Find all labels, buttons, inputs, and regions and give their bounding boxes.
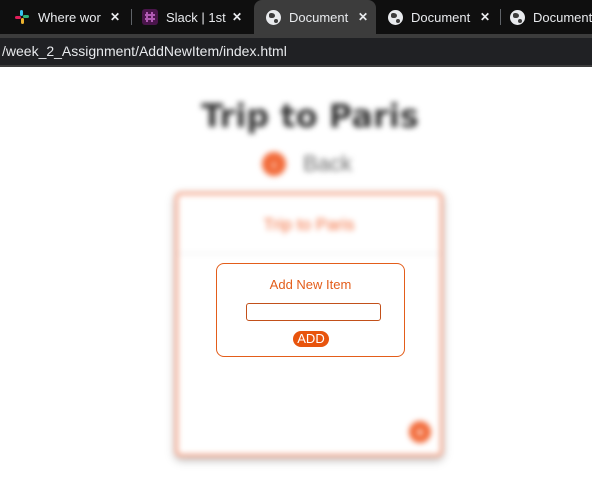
card-title: Trip to Paris	[263, 215, 355, 234]
close-tab-icon[interactable]: ✕	[356, 10, 370, 24]
add-item-modal: Add New Item ADD	[216, 263, 405, 357]
globe-icon	[266, 9, 281, 25]
page-title: Trip to Paris	[201, 97, 419, 135]
back-arrow-icon: ‹	[262, 152, 286, 176]
tab-separator	[131, 9, 132, 25]
tab-document-3[interactable]: Document	[510, 0, 592, 34]
add-item-fab-icon[interactable]: +	[409, 421, 431, 443]
add-button[interactable]: ADD	[293, 331, 329, 347]
tab-title: Document	[411, 9, 471, 25]
tab-title: Document	[533, 9, 592, 25]
close-tab-icon[interactable]: ✕	[230, 10, 244, 24]
tab-where-wor[interactable]: Where wor ✕	[14, 0, 128, 34]
tab-separator	[500, 9, 501, 25]
globe-icon	[510, 9, 525, 25]
back-link[interactable]: ‹ Back	[262, 151, 352, 177]
slack-icon	[15, 10, 29, 24]
browser-tab-strip: Where wor ✕ Slack | 1st- ✕ Document ✕ Do…	[0, 0, 592, 34]
slack-workspace-icon	[142, 9, 158, 25]
tab-document-2[interactable]: Document ✕	[388, 0, 498, 34]
page-viewport: Trip to Paris ‹ Back Trip to Paris + Add…	[0, 67, 592, 503]
tab-title: Document	[289, 9, 349, 25]
card-divider	[178, 253, 440, 254]
back-label: Back	[303, 151, 352, 176]
tab-title: Where wor	[38, 9, 101, 25]
address-bar[interactable]: /week_2_Assignment/AddNewItem/index.html	[0, 38, 592, 65]
tab-document-active[interactable]: Document ✕	[254, 0, 376, 34]
modal-title: Add New Item	[269, 277, 352, 292]
close-tab-icon[interactable]: ✕	[478, 10, 492, 24]
new-item-input[interactable]	[246, 303, 381, 321]
tab-title: Slack | 1st-	[166, 9, 226, 25]
globe-icon	[388, 9, 403, 25]
tab-slack[interactable]: Slack | 1st- ✕	[142, 0, 250, 34]
close-tab-icon[interactable]: ✕	[108, 10, 122, 24]
